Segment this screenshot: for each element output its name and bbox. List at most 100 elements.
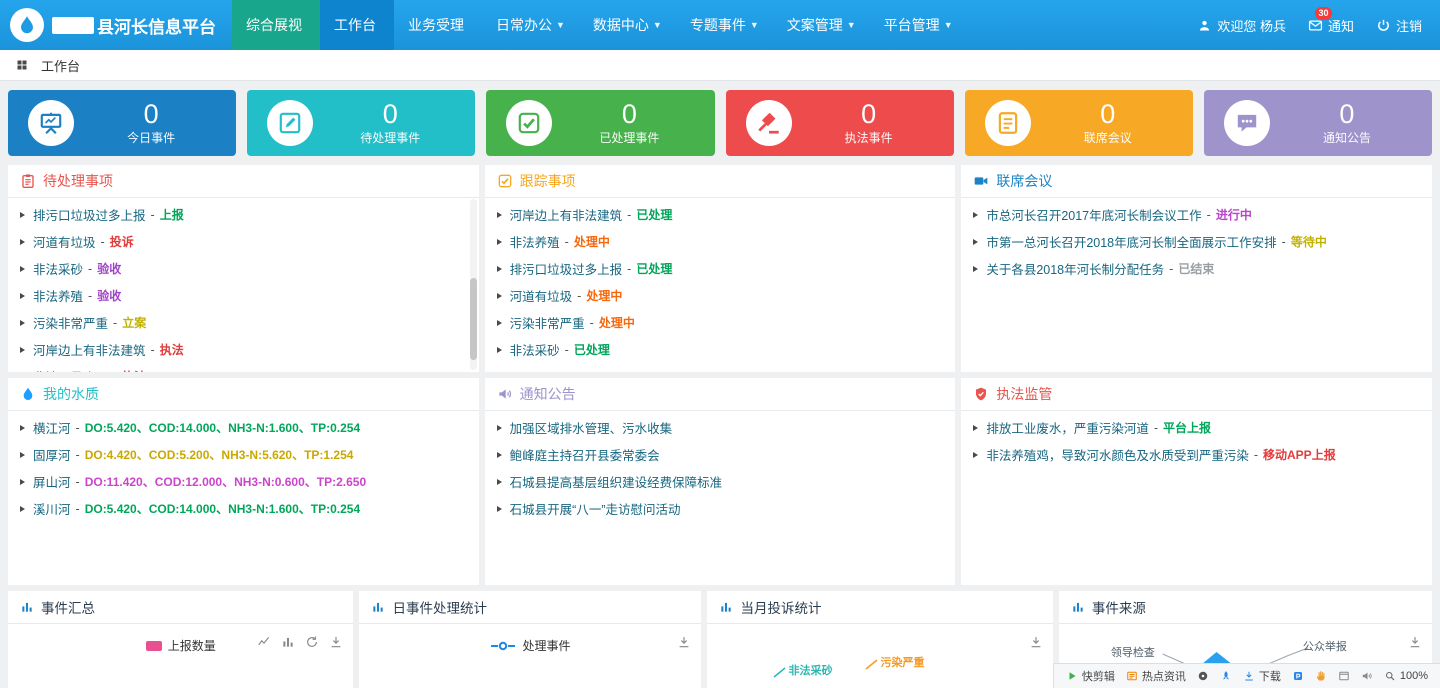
refresh-icon[interactable]: [305, 635, 319, 649]
breadcrumb: 工作台: [0, 50, 1440, 81]
download-icon[interactable]: [1408, 635, 1422, 649]
list-item[interactable]: 非法养殖鸡，导致河水颜色及水质受到严重污染 - 移动APP上报: [961, 441, 1432, 468]
window-icon[interactable]: [1338, 670, 1350, 682]
arrow-icon: [20, 452, 25, 458]
browser-status-bar: 快剪辑 热点资讯 下载 100%: [1053, 663, 1440, 688]
rocket-icon[interactable]: [1220, 670, 1232, 682]
nav-item[interactable]: 数据中心 ▼: [579, 0, 676, 50]
list-item[interactable]: 石城县提高基层组织建设经费保障标准: [485, 468, 956, 495]
zoom-control[interactable]: 100%: [1384, 670, 1428, 682]
download-icon[interactable]: [329, 635, 343, 649]
list-item[interactable]: 市总河长召开2017年底河长制会议工作 - 进行中: [961, 201, 1432, 228]
pie-label[interactable]: 非法采砂: [773, 662, 832, 678]
bar-chart-icon: [1071, 600, 1085, 614]
enforcement-list: 排放工业废水，严重污染河道 - 平台上报 非法养殖鸡，导致河水颜色及水质受到严重…: [961, 411, 1432, 471]
nav-item[interactable]: 平台管理 ▼: [870, 0, 967, 50]
panel-tracking: 跟踪事项 河岸边上有非法建筑 - 已处理 非法养殖 - 处理: [485, 165, 956, 372]
pp-assistant-icon[interactable]: [1292, 670, 1304, 682]
hand-icon[interactable]: [1315, 670, 1327, 682]
stat-label: 通知公告: [1270, 129, 1424, 146]
stat-card-pending-events[interactable]: 0待处理事件: [247, 90, 475, 156]
nav-item[interactable]: 综合展视: [232, 0, 320, 50]
list-item[interactable]: 河道有垃圾 - 投诉: [8, 228, 479, 255]
download-arrow-icon: [1243, 670, 1255, 682]
list-item[interactable]: 河道有垃圾 - 处理中: [485, 282, 956, 309]
list-item[interactable]: 非法开垦农田 - 执法: [8, 363, 479, 372]
list-item[interactable]: 鲍峰庭主持召开县委常委会: [485, 441, 956, 468]
stat-card-joint-meetings[interactable]: 0联席会议: [965, 90, 1193, 156]
arrow-icon: [20, 506, 25, 512]
nav-item[interactable]: 专题事件 ▼: [676, 0, 773, 50]
list-item[interactable]: 横江河 - DO:5.420、COD:14.000、NH3-N:1.600、TP…: [8, 414, 479, 441]
list-item[interactable]: 污染非常严重 - 处理中: [485, 309, 956, 336]
bar-chart-toggle-icon[interactable]: [281, 635, 295, 649]
notification-badge: 30: [1315, 7, 1332, 20]
power-icon: [1376, 18, 1391, 33]
pie-label[interactable]: 污染严重: [865, 654, 924, 670]
list-item[interactable]: 溪川河 - DO:5.420、COD:14.000、NH3-N:1.600、TP…: [8, 495, 479, 522]
nav-item[interactable]: 日常办公 ▼: [482, 0, 579, 50]
quick-edit-button[interactable]: 快剪辑: [1066, 668, 1115, 684]
hot-news-button[interactable]: 热点资讯: [1126, 668, 1186, 684]
arrow-icon: [20, 320, 25, 326]
presentation-icon: [28, 100, 74, 146]
download-icon[interactable]: [1029, 635, 1043, 649]
legend-swatch: [146, 641, 162, 651]
list-item[interactable]: 非法养殖 - 验收: [8, 282, 479, 309]
list-item[interactable]: 市第一总河长召开2018年底河长制全面展示工作安排 - 等待中: [961, 228, 1432, 255]
stat-card-announcements[interactable]: 0通知公告: [1204, 90, 1432, 156]
list-item[interactable]: 排放工业废水，严重污染河道 - 平台上报: [961, 414, 1432, 441]
list-item[interactable]: 污染非常严重 - 立案: [8, 309, 479, 336]
welcome-user[interactable]: 欢迎您 杨兵: [1197, 16, 1286, 35]
water-drop-icon: [16, 14, 38, 36]
speaker-icon: [497, 386, 513, 402]
list-item[interactable]: 排污口垃圾过多上报 - 已处理: [485, 255, 956, 282]
brand-title-text: 县河长信息平台: [97, 13, 216, 38]
status-badge: 已处理: [636, 206, 672, 223]
panel-announcements: 通知公告 加强区域排水管理、污水收集 鲍峰庭主持召开县委常委会: [485, 378, 956, 585]
arrow-icon: [497, 293, 502, 299]
nav-item[interactable]: 业务受理: [394, 0, 482, 50]
panel-title: 待处理事项: [43, 171, 113, 191]
status-badge: 处理中: [599, 314, 635, 331]
logout-button[interactable]: 注销: [1376, 16, 1422, 35]
list-item[interactable]: 非法养殖 - 处理中: [485, 228, 956, 255]
notes-icon: [985, 100, 1031, 146]
arrow-icon: [973, 425, 978, 431]
panel-joint-meeting: 联席会议 市总河长召开2017年底河长制会议工作 - 进行中 市第一总河长召开2…: [961, 165, 1432, 372]
disc-icon[interactable]: [1197, 670, 1209, 682]
notifications-button[interactable]: 30 通知: [1308, 16, 1354, 35]
list-item[interactable]: 固厚河 - DO:4.420、COD:5.200、NH3-N:5.620、TP:…: [8, 441, 479, 468]
list-item[interactable]: 排污口垃圾过多上报 - 上报: [8, 201, 479, 228]
list-item[interactable]: 非法采砂 - 验收: [8, 255, 479, 282]
nav-item[interactable]: 工作台: [320, 0, 394, 50]
nav-item[interactable]: 文案管理 ▼: [773, 0, 870, 50]
speaker-volume-icon[interactable]: [1361, 670, 1373, 682]
grid-menu-icon[interactable]: [16, 59, 28, 71]
arrow-icon: [20, 425, 25, 431]
download-icon[interactable]: [677, 635, 691, 649]
series-label-leader-inspection[interactable]: 领导检查: [1111, 644, 1155, 660]
list-item[interactable]: 石城县开展“八一”走访慰问活动: [485, 495, 956, 522]
list-item[interactable]: 非法采砂 - 已处理: [485, 336, 956, 363]
arrow-icon: [20, 479, 25, 485]
list-item[interactable]: 河岸边上有非法建筑 - 已处理: [485, 201, 956, 228]
list-item[interactable]: 河岸边上有非法建筑 - 执法: [8, 336, 479, 363]
list-item[interactable]: 屏山河 - DO:11.420、COD:12.000、NH3-N:0.600、T…: [8, 468, 479, 495]
list-item[interactable]: 关于各县2018年河长制分配任务 - 已结束: [961, 255, 1432, 282]
series-label-public-report[interactable]: 公众举报: [1303, 638, 1347, 654]
gavel-icon: [746, 100, 792, 146]
list-item[interactable]: 加强区域排水管理、污水收集: [485, 414, 956, 441]
chart-toolbox: [677, 635, 691, 649]
line-chart-toggle-icon[interactable]: [257, 635, 271, 649]
scrollbar-thumb[interactable]: [470, 278, 477, 360]
chart-legend[interactable]: 处理事件: [359, 624, 701, 654]
stat-card-today-events[interactable]: 0今日事件: [8, 90, 236, 156]
todo-scrollbar[interactable]: [470, 199, 477, 370]
stat-card-enforcement-events[interactable]: 0执法事件: [726, 90, 954, 156]
download-manager-button[interactable]: 下载: [1243, 668, 1281, 684]
water-quality-list: 横江河 - DO:5.420、COD:14.000、NH3-N:1.600、TP…: [8, 411, 479, 525]
stat-card-processed-events[interactable]: 0已处理事件: [486, 90, 714, 156]
chart-header: 当月投诉统计: [707, 591, 1052, 624]
chart-toolbox: [1029, 635, 1043, 649]
